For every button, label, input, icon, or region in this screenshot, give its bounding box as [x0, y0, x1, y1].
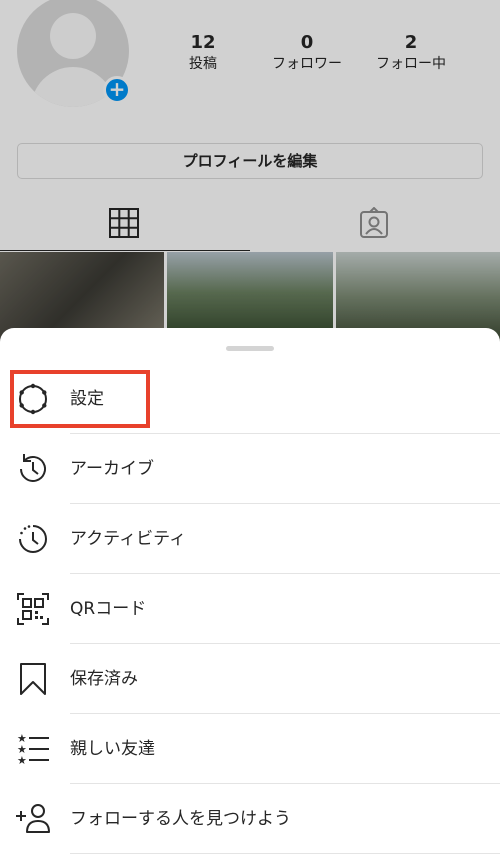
menu-item-saved[interactable]: 保存済み — [0, 644, 500, 714]
menu-item-label: フォローする人を見つけよう — [70, 809, 291, 829]
activity-clock-icon — [19, 525, 47, 553]
menu-item-label: 親しい友達 — [70, 739, 155, 759]
close-friends-list-icon: ★ ★ ★ — [17, 732, 49, 767]
menu-item-label: QRコード — [70, 599, 147, 619]
menu-item-close-friends[interactable]: ★ ★ ★ 親しい友達 — [0, 714, 500, 784]
menu-item-discover-people[interactable]: フォローする人を見つけよう — [0, 784, 500, 854]
sheet-drag-handle[interactable] — [226, 346, 274, 351]
qr-code-icon — [17, 593, 49, 625]
menu-item-label: アクティビティ — [70, 529, 187, 549]
menu-bottom-sheet: 設定 アーカイブ アクティビティ QRコード 保存済み ★ ★ ★ 親しい友達 … — [0, 328, 500, 857]
menu-item-archive[interactable]: アーカイブ — [0, 434, 500, 504]
menu-item-qr-code[interactable]: QRコード — [0, 574, 500, 644]
svg-text:★: ★ — [17, 754, 27, 767]
divider — [70, 853, 500, 854]
add-person-icon — [16, 804, 50, 833]
menu-item-label: アーカイブ — [70, 459, 154, 479]
menu-item-activity[interactable]: アクティビティ — [0, 504, 500, 574]
bookmark-icon — [20, 663, 46, 695]
menu-item-label: 保存済み — [70, 669, 138, 689]
highlight-box — [10, 370, 150, 428]
archive-history-icon — [20, 454, 46, 482]
